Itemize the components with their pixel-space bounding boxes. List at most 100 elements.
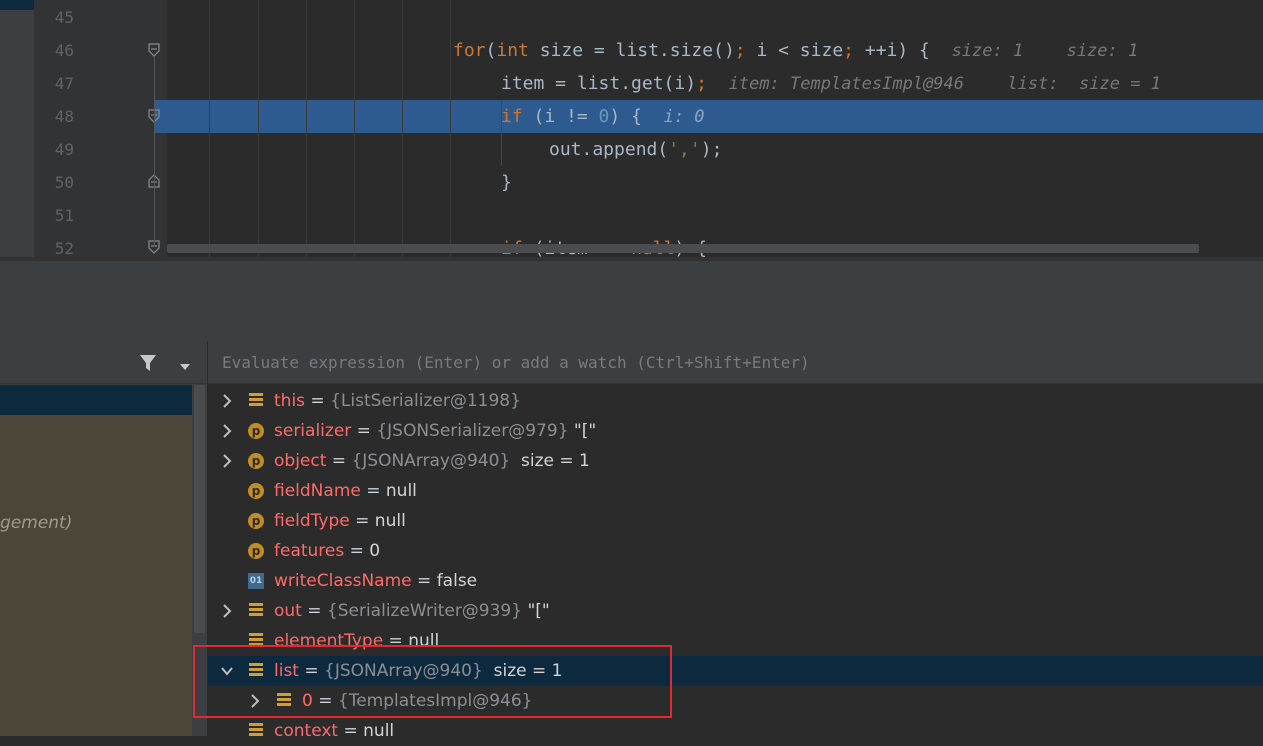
parameter-icon: p <box>248 483 264 499</box>
variable-row[interactable]: elementType = null <box>208 626 1263 656</box>
number-literal: 0 <box>598 106 610 127</box>
variable-reference: {JSONArray@940} <box>324 661 483 681</box>
variable-name: context <box>274 721 339 741</box>
keyword: if <box>501 106 523 127</box>
line-number: 47 <box>54 74 74 93</box>
equals-sign: = <box>305 391 331 411</box>
variable-name: features <box>274 541 345 561</box>
variable-value: null <box>408 631 440 651</box>
semicolon: ; <box>696 73 707 94</box>
variable-text: object = {JSONArray@940} size = 1 <box>274 446 590 476</box>
code-text: ++i) { <box>854 40 930 61</box>
code-line-49[interactable]: out.append(','); <box>549 133 722 166</box>
line-number: 45 <box>54 8 74 27</box>
variable-row[interactable]: 0 = {TemplatesImpl@946} <box>208 686 1263 716</box>
chevron-right-icon[interactable] <box>220 596 234 626</box>
variable-text: elementType = null <box>274 626 439 656</box>
fold-guide-line <box>154 57 155 247</box>
horizontal-scrollbar[interactable] <box>167 244 1199 253</box>
variable-row[interactable]: p fieldType = null <box>208 506 1263 536</box>
variable-name: this <box>274 391 306 411</box>
keyword: for <box>453 40 486 61</box>
code-line-46[interactable]: for(int size = list.size(); i < size; ++… <box>453 34 1138 68</box>
chevron-down-icon[interactable] <box>220 656 234 686</box>
variable-row[interactable]: p serializer = {JSONSerializer@979} "[" <box>208 416 1263 446</box>
variable-value: false <box>436 571 478 591</box>
current-execution-line <box>155 100 1263 133</box>
chevron-right-icon[interactable] <box>220 386 234 416</box>
variable-reference: {ListSerializer@1198} <box>330 391 521 411</box>
equals-sign: = <box>411 571 437 591</box>
equals-sign: = <box>383 631 409 651</box>
variable-value: "[" <box>522 601 550 621</box>
variable-reference: {JSONSerializer@979} <box>376 421 569 441</box>
keyword: int <box>496 40 529 61</box>
code-editor[interactable]: 45 46 47 48 49 50 51 52 for(int size = l… <box>0 0 1263 257</box>
code-text: ( <box>485 40 497 61</box>
field-icon <box>248 723 264 739</box>
field-icon <box>248 633 264 649</box>
variable-row[interactable]: p object = {JSONArray@940} size = 1 <box>208 446 1263 476</box>
debug-toolbar-area <box>0 261 1263 341</box>
equals-sign: = <box>338 721 364 741</box>
equals-sign: = <box>351 421 377 441</box>
variable-row[interactable]: p fieldName = null <box>208 476 1263 506</box>
line-number: 49 <box>54 140 74 159</box>
equals-sign: = <box>349 511 375 531</box>
frame-item-label: gement) <box>0 513 73 533</box>
equals-sign: = <box>360 481 386 501</box>
chevron-down-icon[interactable] <box>178 357 192 376</box>
frames-panel: gement) <box>0 341 208 736</box>
field-icon <box>248 603 264 619</box>
variable-text: writeClassName = false <box>274 566 477 596</box>
variable-value: 0 <box>369 541 381 561</box>
evaluate-expression-input[interactable] <box>222 351 1222 373</box>
variable-row[interactable]: context = null <box>208 716 1263 746</box>
variable-row[interactable]: p features = 0 <box>208 536 1263 566</box>
equals-sign: = <box>326 451 352 471</box>
chevron-right-icon[interactable] <box>220 416 234 446</box>
inline-debug-value: list: size = 1 <box>1007 74 1161 94</box>
variable-row[interactable]: out = {SerializeWriter@939} "[" <box>208 596 1263 626</box>
inline-debug-value: size: 1 <box>951 41 1024 61</box>
code-text: } <box>501 172 512 193</box>
primitive-icon: 01 <box>248 573 264 589</box>
parameter-icon: p <box>248 423 264 439</box>
string-literal: ',' <box>668 139 701 160</box>
semicolon: ; <box>734 40 746 61</box>
variable-text: features = 0 <box>274 536 380 566</box>
indent-guide <box>402 0 403 257</box>
variable-text: out = {SerializeWriter@939} "[" <box>274 596 550 626</box>
evaluate-bar <box>208 341 1263 384</box>
variable-name: elementType <box>274 631 384 651</box>
equals-sign: = <box>344 541 370 561</box>
variable-row[interactable]: list = {JSONArray@940} size = 1 <box>208 656 1263 686</box>
chevron-right-icon[interactable] <box>220 446 234 476</box>
fold-open-icon[interactable] <box>148 43 160 57</box>
active-tab-marker <box>0 0 34 10</box>
variable-name: writeClassName <box>274 571 412 591</box>
code-line-48[interactable]: if (i != 0) { i: 0 <box>501 100 705 134</box>
filter-icon[interactable] <box>138 353 158 377</box>
frame-list-library-region[interactable] <box>0 415 192 736</box>
indent-guide <box>306 0 307 257</box>
field-icon <box>248 393 264 409</box>
inline-debug-value: size: 1 <box>1066 41 1139 61</box>
line-number: 52 <box>54 239 74 257</box>
variable-text: 0 = {TemplatesImpl@946} <box>302 686 533 716</box>
variable-row[interactable]: this = {ListSerializer@1198} <box>208 386 1263 416</box>
parameter-icon: p <box>248 453 264 469</box>
inline-debug-value: item: TemplatesImpl@946 <box>728 74 965 94</box>
variable-value: size = 1 <box>510 451 590 471</box>
variable-row[interactable]: 01 writeClassName = false <box>208 566 1263 596</box>
variable-name: object <box>274 451 327 471</box>
code-line-47[interactable]: item = list.get(i); item: TemplatesImpl@… <box>501 67 1161 101</box>
frame-item-selected[interactable] <box>0 385 192 415</box>
frames-header <box>0 341 207 384</box>
line-number: 50 <box>54 173 74 192</box>
indent-guide <box>354 0 355 257</box>
chevron-right-icon[interactable] <box>248 686 262 716</box>
variable-reference: {SerializeWriter@939} <box>326 601 523 621</box>
code-line-50[interactable]: } <box>501 166 512 199</box>
vertical-scrollbar[interactable] <box>194 385 205 633</box>
